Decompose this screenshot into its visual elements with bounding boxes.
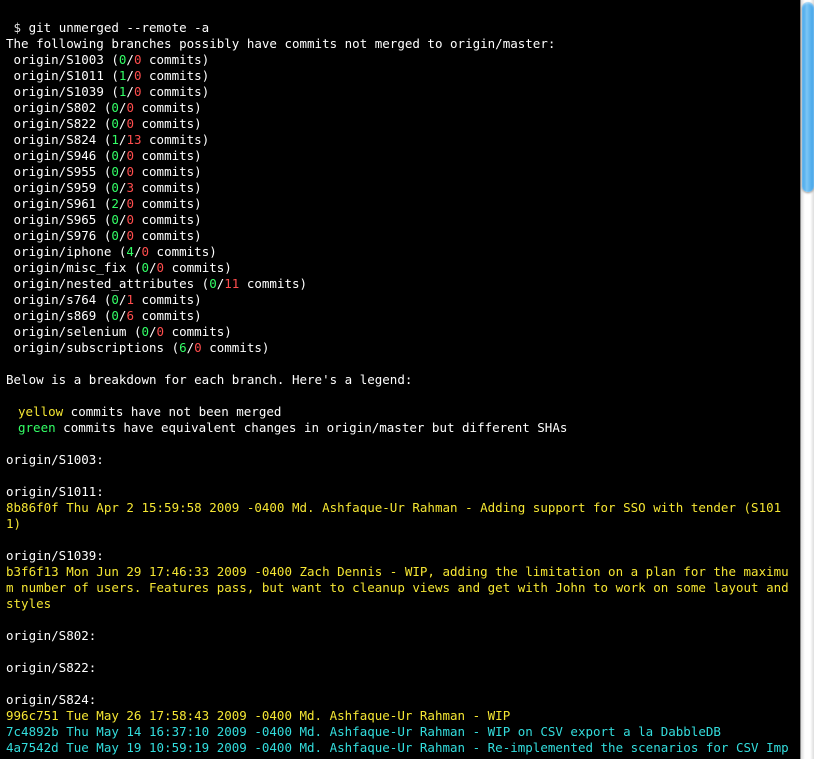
- commit-count-b: 6: [126, 308, 134, 323]
- commit-count-a: 0: [111, 212, 119, 227]
- scroll-thumb[interactable]: [802, 2, 814, 192]
- branch-row: origin/S955 (0/0 commits): [14, 164, 202, 179]
- breakdown-intro: Below is a breakdown for each branch. He…: [6, 372, 412, 387]
- legend-green-label: green: [18, 420, 56, 435]
- commit-count-b: 0: [194, 340, 202, 355]
- branch-row: origin/nested_attributes (0/11 commits): [14, 276, 308, 291]
- legend-green: green commits have equivalent changes in…: [6, 420, 567, 435]
- branch-row: origin/S961 (2/0 commits): [14, 196, 202, 211]
- branch-section-header: origin/S802:: [6, 628, 96, 643]
- commit-count-b: 0: [134, 52, 142, 67]
- prompt-line: $ git unmerged --remote -a: [6, 20, 209, 35]
- commit-count-b: 0: [141, 244, 149, 259]
- branch-row: origin/S946 (0/0 commits): [14, 148, 202, 163]
- commit-count-b: 0: [126, 196, 134, 211]
- branch-section-header: origin/S824:: [6, 692, 96, 707]
- commit-count-a: 6: [179, 340, 187, 355]
- scrollbar[interactable]: [800, 0, 814, 759]
- commit-count-a: 1: [111, 132, 119, 147]
- legend-yellow: yellow commits have not been merged: [6, 404, 281, 419]
- commit-count-a: 0: [111, 180, 119, 195]
- branch-row: origin/misc_fix (0/0 commits): [14, 260, 232, 275]
- commit-count-b: 11: [224, 276, 239, 291]
- branch-row: origin/S1039 (1/0 commits): [14, 84, 210, 99]
- commit-line: b3f6f13 Mon Jun 29 17:46:33 2009 -0400 Z…: [6, 564, 796, 611]
- commit-count-a: 0: [111, 164, 119, 179]
- branch-row: origin/subscriptions (6/0 commits): [14, 340, 270, 355]
- branch-row: origin/S965 (0/0 commits): [14, 212, 202, 227]
- commit-line: 7c4892b Thu May 14 16:37:10 2009 -0400 M…: [6, 724, 721, 739]
- branch-row: origin/s869 (0/6 commits): [14, 308, 202, 323]
- commit-count-a: 4: [126, 244, 134, 259]
- commit-count-b: 0: [134, 84, 142, 99]
- commit-count-a: 0: [111, 292, 119, 307]
- commit-count-b: 0: [157, 324, 165, 339]
- branch-row: origin/s764 (0/1 commits): [14, 292, 202, 307]
- commit-count-b: 0: [126, 164, 134, 179]
- commit-count-a: 0: [111, 228, 119, 243]
- commit-count-b: 0: [126, 212, 134, 227]
- commit-count-b: 0: [126, 148, 134, 163]
- commit-count-b: 0: [126, 228, 134, 243]
- branch-row: origin/S802 (0/0 commits): [14, 100, 202, 115]
- branch-row: origin/S976 (0/0 commits): [14, 228, 202, 243]
- legend-green-desc: commits have equivalent changes in origi…: [56, 420, 568, 435]
- branch-section-header: origin/S822:: [6, 660, 96, 675]
- commit-count-b: 1: [126, 292, 134, 307]
- commit-count-a: 0: [141, 260, 149, 275]
- branch-section-header: origin/S1039:: [6, 548, 104, 563]
- branch-row: origin/S824 (1/13 commits): [14, 132, 210, 147]
- branch-section-header: origin/S1003:: [6, 452, 104, 467]
- branch-section-header: origin/S1011:: [6, 484, 104, 499]
- commit-count-a: 0: [141, 324, 149, 339]
- commit-line: 8b86f0f Thu Apr 2 15:59:58 2009 -0400 Md…: [6, 500, 781, 531]
- commit-count-b: 0: [157, 260, 165, 275]
- legend-yellow-desc: commits have not been merged: [63, 404, 281, 419]
- branch-row: origin/iphone (4/0 commits): [14, 244, 217, 259]
- commit-count-b: 0: [126, 100, 134, 115]
- branch-row: origin/S959 (0/3 commits): [14, 180, 202, 195]
- commit-count-b: 13: [126, 132, 141, 147]
- branch-row: origin/selenium (0/0 commits): [14, 324, 232, 339]
- command-text: git unmerged --remote -a: [29, 20, 210, 35]
- commit-line: 4a7542d Tue May 19 10:59:19 2009 -0400 M…: [6, 740, 789, 759]
- prompt-symbol: $: [14, 20, 22, 35]
- branch-row: origin/S822 (0/0 commits): [14, 116, 202, 131]
- commit-count-b: 3: [126, 180, 134, 195]
- commit-line: 996c751 Tue May 26 17:58:43 2009 -0400 M…: [6, 708, 510, 723]
- branch-sections: origin/S1003: origin/S1011: 8b86f0f Thu …: [6, 452, 796, 759]
- intro-line: The following branches possibly have com…: [6, 36, 555, 51]
- branch-list: origin/S1003 (0/0 commits) origin/S1011 …: [6, 52, 307, 355]
- commit-count-b: 0: [126, 116, 134, 131]
- commit-count-a: 0: [209, 276, 217, 291]
- terminal-output: $ git unmerged --remote -a The following…: [0, 0, 800, 759]
- legend-yellow-label: yellow: [18, 404, 63, 419]
- commit-count-a: 0: [111, 100, 119, 115]
- commit-count-a: 0: [111, 148, 119, 163]
- commit-count-a: 0: [111, 308, 119, 323]
- commit-count-a: 2: [111, 196, 119, 211]
- branch-row: origin/S1003 (0/0 commits): [14, 52, 210, 67]
- commit-count-b: 0: [134, 68, 142, 83]
- commit-count-a: 0: [111, 116, 119, 131]
- branch-row: origin/S1011 (1/0 commits): [14, 68, 210, 83]
